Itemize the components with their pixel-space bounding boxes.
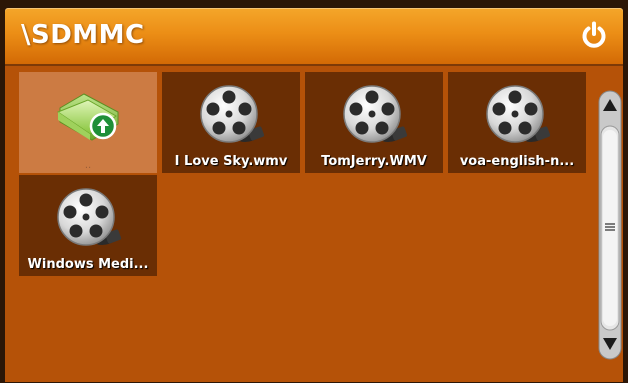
title-bar: \SDMMC: [5, 8, 623, 64]
film-reel-icon: [340, 82, 408, 148]
arrow-down-icon[interactable]: [602, 337, 618, 351]
device-screen: \SDMMC .. I Love Sky.wmv TomJerry.WMV vo…: [0, 0, 628, 383]
file-name: voa-english-n...: [459, 154, 575, 169]
file-tile[interactable]: I Love Sky.wmv: [162, 72, 300, 173]
parent-folder-label: ..: [84, 160, 92, 171]
power-button[interactable]: [579, 20, 609, 50]
file-name: TomJerry.WMV: [321, 154, 427, 169]
file-tile-parent-folder[interactable]: ..: [19, 72, 157, 173]
vertical-scrollbar[interactable]: [598, 90, 622, 360]
file-tile[interactable]: TomJerry.WMV: [305, 72, 443, 173]
file-name: Windows Medi...: [27, 257, 149, 272]
film-reel-icon: [54, 185, 122, 251]
film-reel-icon: [197, 82, 265, 148]
file-browser: .. I Love Sky.wmv TomJerry.WMV voa-engli…: [5, 64, 623, 382]
film-reel-icon: [483, 82, 551, 148]
folder-up-icon: [56, 93, 119, 141]
file-tile[interactable]: Windows Medi...: [19, 175, 157, 276]
grip-lines-icon: [605, 223, 615, 231]
file-name: I Love Sky.wmv: [174, 154, 288, 169]
current-path: \SDMMC: [21, 20, 145, 50]
power-icon: [582, 21, 606, 48]
arrow-up-icon[interactable]: [602, 98, 618, 112]
file-tile[interactable]: voa-english-n...: [448, 72, 586, 173]
